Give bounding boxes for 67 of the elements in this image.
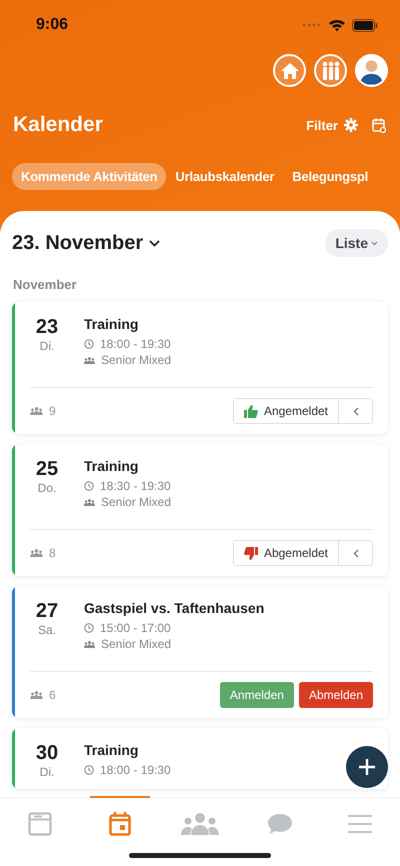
view-dropdown[interactable]: Liste bbox=[325, 229, 388, 257]
thumbs-down-icon bbox=[244, 546, 258, 560]
menu-icon bbox=[347, 814, 373, 834]
signal-icon bbox=[302, 22, 322, 28]
section-header: November bbox=[12, 276, 78, 294]
event-title: Training bbox=[84, 458, 140, 474]
event-title: Gastspiel vs. Taftenhausen bbox=[84, 600, 264, 616]
wifi-icon bbox=[328, 18, 346, 32]
clock-icon bbox=[84, 339, 94, 349]
group-icon bbox=[84, 640, 95, 648]
team-button[interactable] bbox=[314, 54, 347, 87]
decline-button[interactable]: Abmelden bbox=[298, 682, 373, 708]
clock-icon bbox=[84, 481, 94, 491]
event-day: 30 bbox=[36, 742, 58, 765]
group-icon bbox=[30, 549, 43, 557]
chevron-down-icon bbox=[371, 240, 378, 246]
nav-tab[interactable] bbox=[90, 796, 150, 838]
event-time: 18:00 - 19:30 bbox=[100, 337, 171, 351]
event-day: 25 bbox=[36, 458, 58, 481]
plus-icon bbox=[358, 758, 376, 776]
settings-icon bbox=[344, 118, 358, 132]
thumbs-up-icon bbox=[244, 404, 258, 418]
event-title: Training bbox=[84, 742, 140, 758]
home-button[interactable] bbox=[273, 54, 306, 87]
group-icon bbox=[84, 356, 95, 364]
event-weekday: Sa. bbox=[38, 623, 56, 637]
battery-icon bbox=[352, 18, 378, 32]
chevron-down-icon bbox=[149, 240, 160, 246]
group-icon bbox=[30, 691, 43, 699]
clock-icon bbox=[84, 623, 94, 633]
page-title: Kalender bbox=[13, 113, 103, 137]
chevron-left-icon bbox=[352, 548, 358, 558]
participant-count: 9 bbox=[49, 404, 56, 418]
response-button[interactable]: Angemeldet bbox=[234, 399, 339, 423]
event-group: Senior Mixed bbox=[101, 495, 172, 509]
people-icon bbox=[181, 813, 219, 835]
people-icon bbox=[320, 60, 342, 80]
participant-count: 8 bbox=[49, 546, 56, 560]
event-card[interactable]: 27 Sa. Gastspiel vs. Taftenhausen 15:00 - 17:00 Senior Mixed 6 Anmelden Abmelden bbox=[12, 586, 388, 718]
status-time: 9:06 bbox=[36, 16, 68, 34]
response-button[interactable]: Abgemeldet bbox=[234, 541, 339, 565]
date-picker[interactable]: 23. November bbox=[12, 232, 160, 254]
event-card[interactable]: 30 Di. Training 18:00 - 19:30 bbox=[12, 728, 388, 789]
event-weekday: Di. bbox=[40, 339, 54, 353]
event-day: 27 bbox=[36, 600, 58, 623]
event-day: 23 bbox=[36, 316, 58, 339]
event-weekday: Do. bbox=[38, 481, 56, 495]
event-time: 18:30 - 19:30 bbox=[100, 479, 171, 493]
event-group: Senior Mixed bbox=[101, 353, 172, 367]
event-card[interactable]: 25 Do. Training 18:30 - 19:30 Senior Mixed 8 Abgemeldet bbox=[12, 444, 388, 576]
event-weekday: Di. bbox=[40, 765, 54, 779]
chat-bubble-icon bbox=[267, 813, 293, 835]
home-icon bbox=[280, 62, 300, 80]
event-time: 15:00 - 17:00 bbox=[100, 621, 171, 635]
profile-avatar[interactable] bbox=[355, 54, 388, 87]
calendar-icon bbox=[109, 812, 131, 836]
clock-icon bbox=[84, 765, 94, 775]
chevron-left-icon bbox=[352, 406, 358, 416]
participant-count: 6 bbox=[49, 688, 56, 702]
event-title: Training bbox=[84, 316, 140, 332]
newspaper-icon bbox=[28, 812, 52, 836]
group-icon bbox=[84, 498, 95, 506]
event-group: Senior Mixed bbox=[101, 637, 172, 651]
event-card[interactable]: 23 Di. Training 18:00 - 19:30 Senior Mixed 9 Angemeldet bbox=[12, 302, 388, 434]
event-time: 18:00 - 19:30 bbox=[100, 763, 171, 777]
group-icon bbox=[30, 407, 43, 415]
calendar-sync-icon[interactable] bbox=[372, 118, 386, 132]
